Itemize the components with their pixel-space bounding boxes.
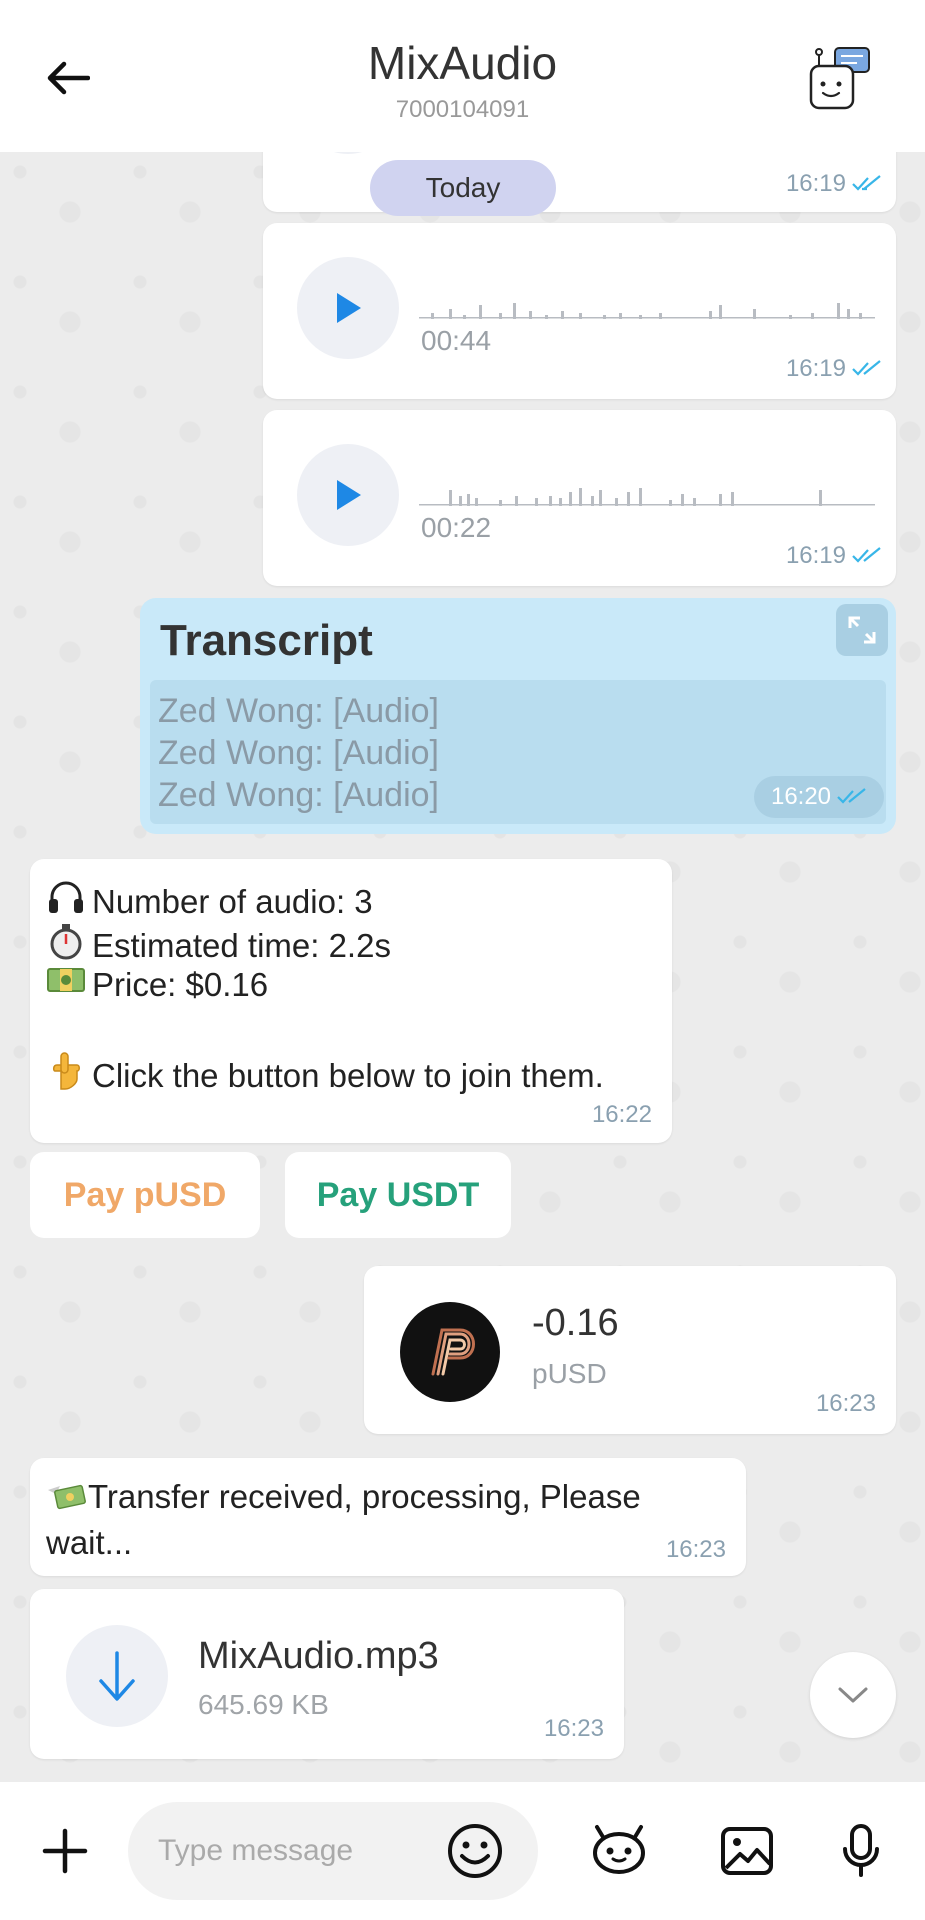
bot-button[interactable] bbox=[584, 1816, 654, 1886]
audio-waveform[interactable] bbox=[419, 486, 875, 508]
audio-count: Number of audio: 3 bbox=[92, 882, 373, 920]
message-input-bar bbox=[0, 1782, 925, 1920]
download-button[interactable] bbox=[66, 1625, 168, 1727]
plus-icon bbox=[42, 1828, 88, 1874]
processing-text: Transfer received, processing, Please wa… bbox=[46, 1478, 641, 1561]
price: Price: $0.16 bbox=[92, 965, 269, 1003]
expand-icon bbox=[848, 616, 876, 644]
message-time: 16:19 bbox=[786, 170, 882, 198]
chat-message-list[interactable]: 16:19 Today 00:44 16:19 00:22 16:19 Tran… bbox=[0, 152, 925, 1782]
headphones-icon bbox=[46, 879, 86, 924]
processing-message: Transfer received, processing, Please wa… bbox=[30, 1458, 746, 1576]
message-time: 16:19 bbox=[786, 542, 882, 570]
date-divider: Today bbox=[370, 160, 556, 216]
arrow-down-icon bbox=[99, 1651, 135, 1701]
play-button[interactable] bbox=[297, 257, 399, 359]
double-check-icon bbox=[852, 547, 881, 563]
image-button[interactable] bbox=[712, 1816, 782, 1886]
transfer-asset: pUSD bbox=[532, 1358, 607, 1389]
pointing-down-icon bbox=[46, 1051, 86, 1100]
transcript-message[interactable]: Transcript Zed Wong: [Audio] Zed Wong: [… bbox=[140, 598, 896, 834]
money-icon bbox=[46, 965, 86, 1004]
file-size: 645.69 KB bbox=[198, 1689, 329, 1720]
pusd-coin-icon bbox=[400, 1302, 500, 1402]
transcript-line: Zed Wong: [Audio] bbox=[158, 692, 439, 730]
play-icon bbox=[337, 293, 361, 323]
transfer-message[interactable]: -0.16 pUSD 16:23 bbox=[364, 1266, 896, 1434]
audio-duration: 00:44 bbox=[421, 325, 492, 356]
message-input[interactable] bbox=[158, 1802, 438, 1900]
stopwatch-icon bbox=[46, 922, 86, 969]
bot-icon bbox=[593, 1825, 645, 1874]
image-icon bbox=[721, 1827, 773, 1875]
double-check-icon bbox=[852, 360, 881, 376]
bot-avatar[interactable] bbox=[807, 46, 873, 112]
transcript-line: Zed Wong: [Audio] bbox=[158, 776, 439, 814]
pay-usdt-button[interactable]: Pay USDT bbox=[285, 1152, 511, 1238]
smiley-icon bbox=[448, 1824, 502, 1878]
message-time: 16:19 bbox=[786, 355, 882, 383]
message-time: 16:23 bbox=[543, 1715, 604, 1742]
estimated-time: Estimated time: 2.2s bbox=[92, 926, 391, 964]
scroll-to-bottom-button[interactable] bbox=[810, 1652, 896, 1738]
file-message[interactable]: MixAudio.mp3 645.69 KB 16:23 bbox=[30, 1589, 624, 1759]
double-check-icon bbox=[837, 788, 866, 804]
instruction-text: Click the button below to join them. bbox=[92, 1056, 604, 1094]
chat-title: MixAudio bbox=[367, 37, 558, 89]
audio-message: 00:22 16:19 bbox=[263, 410, 896, 586]
emoji-button[interactable] bbox=[442, 1818, 508, 1884]
microphone-icon bbox=[843, 1824, 879, 1877]
audio-duration: 00:22 bbox=[421, 512, 492, 543]
file-name: MixAudio.mp3 bbox=[198, 1635, 439, 1677]
message-time: 16:23 bbox=[665, 1536, 726, 1563]
transcript-line: Zed Wong: [Audio] bbox=[158, 734, 439, 772]
attach-button[interactable] bbox=[30, 1816, 100, 1886]
audio-waveform[interactable] bbox=[419, 299, 875, 321]
expand-button[interactable] bbox=[836, 604, 888, 656]
transfer-amount: -0.16 bbox=[532, 1302, 619, 1344]
play-button[interactable] bbox=[297, 444, 399, 546]
order-info-message: Number of audio: 3 Estimated time: 2.2s … bbox=[30, 859, 672, 1143]
transcript-title: Transcript bbox=[160, 616, 373, 665]
voice-record-button[interactable] bbox=[826, 1816, 896, 1886]
chat-header: MixAudio 7000104091 bbox=[0, 0, 925, 152]
money-wings-icon bbox=[46, 1480, 88, 1522]
play-icon bbox=[337, 480, 361, 510]
message-time: 16:20 bbox=[754, 776, 884, 818]
double-check-icon bbox=[852, 175, 881, 191]
chat-id: 7000104091 bbox=[395, 96, 530, 123]
message-input-container bbox=[128, 1802, 538, 1900]
play-button[interactable] bbox=[297, 152, 399, 154]
message-time: 16:23 bbox=[815, 1390, 876, 1417]
robot-chat-icon bbox=[809, 47, 870, 110]
audio-message: 00:44 16:19 bbox=[263, 223, 896, 399]
message-time: 16:22 bbox=[591, 1101, 652, 1128]
audio-message: 16:19 bbox=[263, 152, 896, 212]
pay-pusd-button[interactable]: Pay pUSD bbox=[30, 1152, 260, 1238]
chevron-down-icon bbox=[838, 1687, 868, 1703]
